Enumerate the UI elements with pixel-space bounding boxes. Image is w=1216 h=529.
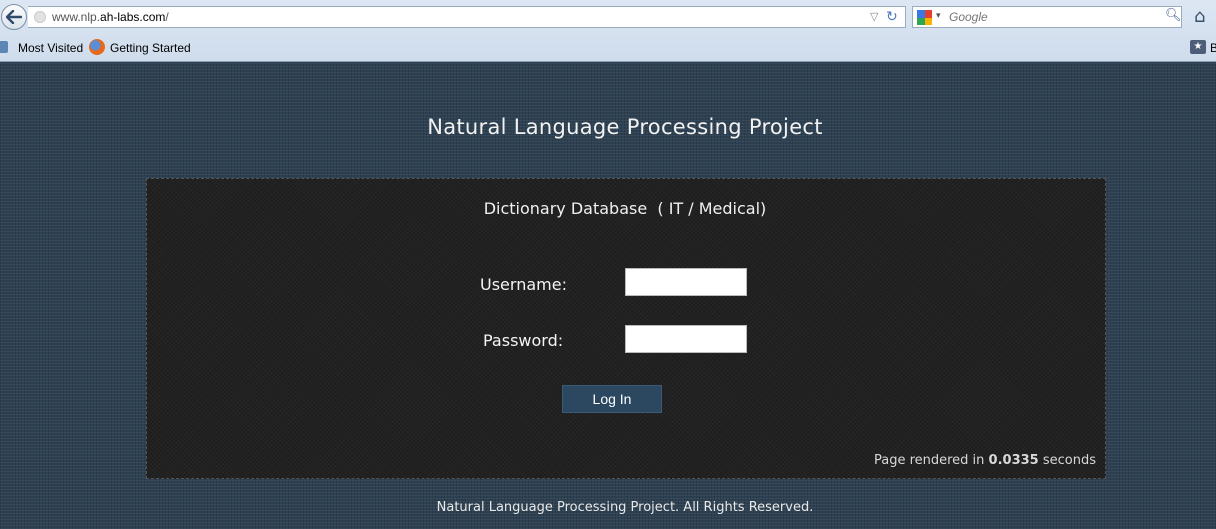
search-engine-dropdown-icon[interactable]: ▾ (936, 11, 941, 21)
username-label: Username: (480, 275, 567, 294)
google-logo-icon[interactable] (917, 10, 932, 25)
back-button[interactable] (1, 4, 27, 30)
globe-icon (34, 11, 46, 23)
render-prefix: Page rendered in (873, 453, 989, 468)
url-prefix: www.nlp. (52, 10, 101, 24)
back-arrow-icon (6, 10, 22, 24)
login-panel: Dictionary Database ( IT / Medical) User… (146, 178, 1106, 479)
dropdown-arrow-icon[interactable]: ▽ (870, 10, 878, 23)
render-time-value: 0.0335 (988, 453, 1039, 468)
browser-chrome: www.nlp.ah-labs.com/ ▽ ↻ ▾ Google 🔍︎ ⌂ M… (0, 0, 1216, 62)
magnifier-icon[interactable]: 🔍︎ (1165, 8, 1182, 23)
address-bar[interactable]: www.nlp.ah-labs.com/ ▽ ↻ (28, 6, 906, 28)
page-title: Natural Language Processing Project (427, 115, 823, 139)
render-suffix: seconds (1038, 453, 1096, 468)
url-suffix: / (165, 10, 169, 24)
firefox-icon (89, 39, 105, 55)
bookmarks-toolbar: Most Visited Getting Started ★ B (0, 38, 1216, 60)
search-placeholder: Google (949, 10, 988, 24)
home-icon[interactable]: ⌂ (1194, 6, 1205, 27)
bookmark-getting-started[interactable]: Getting Started (110, 41, 191, 55)
page-content: Natural Language Processing Project Dict… (0, 63, 1216, 529)
render-time-info: Page rendered in 0.0335 seconds (874, 453, 1096, 468)
reload-icon[interactable]: ↻ (886, 8, 898, 25)
username-input[interactable] (625, 268, 747, 296)
panel-title: Dictionary Database ( IT / Medical) (483, 199, 767, 218)
footer-text: Natural Language Processing Project. All… (436, 500, 814, 515)
url-text[interactable]: www.nlp.ah-labs.com/ (52, 10, 169, 24)
bookmarks-star-icon[interactable]: ★ (1190, 40, 1206, 54)
url-domain: ah-labs.com (100, 10, 166, 24)
search-bar[interactable]: ▾ Google 🔍︎ (912, 6, 1182, 28)
password-input[interactable] (625, 325, 747, 353)
login-button[interactable]: Log In (562, 385, 662, 413)
bookmark-most-visited[interactable]: Most Visited (18, 41, 83, 55)
bookmarks-menu-label[interactable]: B (1210, 41, 1216, 55)
password-label: Password: (483, 331, 564, 350)
bookmark-folder-icon (0, 41, 8, 53)
